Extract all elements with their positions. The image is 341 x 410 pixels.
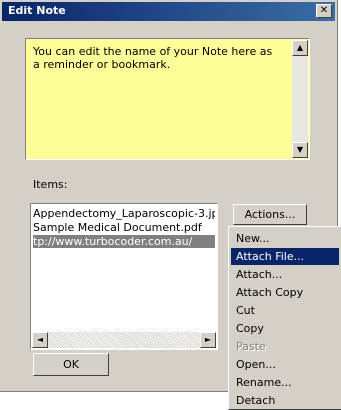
scroll-up-button[interactable]: ▲ xyxy=(292,40,308,56)
menu-item-attach-file[interactable]: Attach File... xyxy=(231,248,339,265)
menu-item-rename[interactable]: Rename... xyxy=(231,374,339,391)
note-text: You can edit the name of your Note here … xyxy=(33,45,273,71)
menu-item-copy[interactable]: Copy xyxy=(231,320,339,337)
arrow-right-icon: ► xyxy=(204,335,212,344)
scroll-left-button[interactable]: ◄ xyxy=(32,332,48,348)
items-label: Items: xyxy=(33,178,68,191)
title-bar[interactable]: Edit Note ✕ xyxy=(2,2,335,21)
scroll-right-button[interactable]: ► xyxy=(200,332,216,348)
note-vertical-scrollbar[interactable]: ▲ ▼ xyxy=(292,40,308,158)
arrow-down-icon: ▼ xyxy=(296,145,304,154)
list-item-selected[interactable]: tp://www.turbocoder.com.au/ xyxy=(33,235,215,248)
items-listbox[interactable]: Appendectomy_Laparoscopic-3.jpg Sample M… xyxy=(30,203,218,350)
list-item[interactable]: Appendectomy_Laparoscopic-3.jpg xyxy=(33,207,215,220)
window-title: Edit Note xyxy=(8,4,66,17)
menu-item-attach-copy[interactable]: Attach Copy xyxy=(231,284,339,301)
menu-item-detach[interactable]: Detach xyxy=(231,392,339,409)
list-item[interactable]: Sample Medical Document.pdf xyxy=(33,221,215,234)
actions-button[interactable]: Actions... xyxy=(233,204,307,225)
menu-item-paste: Paste xyxy=(236,340,266,353)
close-icon: ✕ xyxy=(319,5,329,16)
items-horizontal-scrollbar[interactable]: ◄ ► xyxy=(32,332,216,348)
arrow-up-icon: ▲ xyxy=(296,43,304,52)
menu-item-open[interactable]: Open... xyxy=(231,356,339,373)
menu-item-cut[interactable]: Cut xyxy=(231,302,339,319)
arrow-left-icon: ◄ xyxy=(36,335,44,344)
scroll-down-button[interactable]: ▼ xyxy=(292,142,308,158)
menu-item-new[interactable]: New... xyxy=(231,230,339,247)
ok-button[interactable]: OK xyxy=(33,353,109,376)
note-textarea[interactable]: You can edit the name of your Note here … xyxy=(25,38,310,160)
menu-item-attach[interactable]: Attach... xyxy=(231,266,339,283)
actions-menu: New... Attach File... Attach... Attach C… xyxy=(228,226,341,410)
close-button[interactable]: ✕ xyxy=(316,4,332,18)
